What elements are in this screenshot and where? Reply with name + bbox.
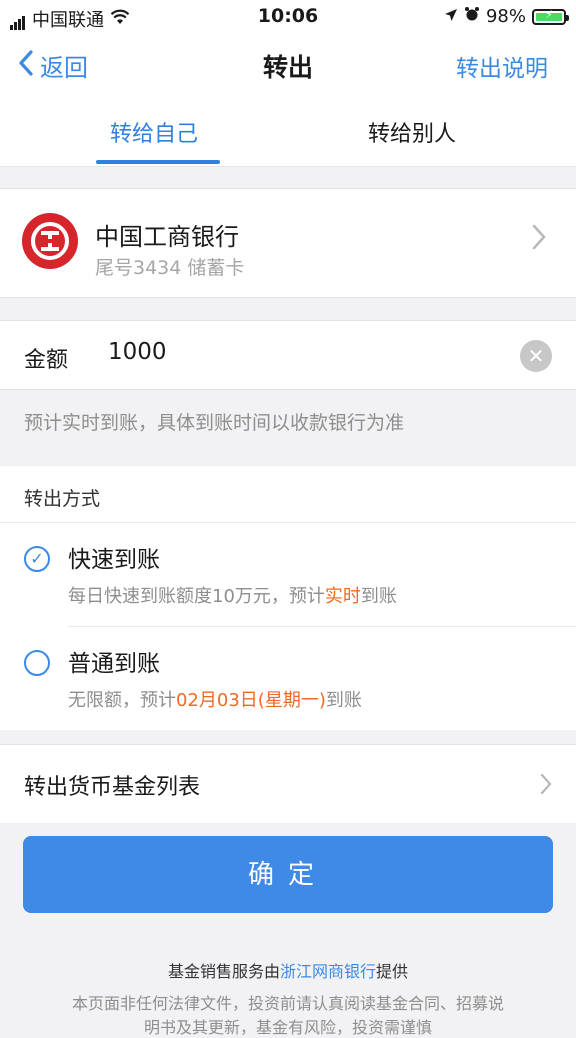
tab-to-others[interactable]: 转给别人 xyxy=(368,116,456,148)
method-header: 转出方式 xyxy=(24,488,101,510)
battery-percent: 98% xyxy=(485,6,526,27)
confirm-button[interactable]: 确定 xyxy=(23,836,553,913)
chevron-right-icon xyxy=(540,773,552,799)
option-normal[interactable]: 普通到账 无限额，预计02月03日(星期一)到账 xyxy=(0,626,576,730)
option-fast[interactable]: ✓ 快速到账 每日快速到账额度10万元，预计实时到账 xyxy=(0,522,576,626)
arrival-hint: 预计实时到账，具体到账时间以收款银行为准 xyxy=(24,412,405,434)
icbc-logo-icon xyxy=(22,213,78,269)
status-bar: 中国联通 10:06 98% ⚡ xyxy=(0,0,576,34)
amount-row: 金额 ✕ xyxy=(0,320,576,390)
transfer-info-link[interactable]: 转出说明 xyxy=(456,49,548,83)
bank-name: 中国工商银行 xyxy=(95,223,239,251)
bank-card-selector[interactable]: 中国工商银行 尾号3434 储蓄卡 xyxy=(0,188,576,298)
footer-provider: 基金销售服务由浙江网商银行提供 xyxy=(167,962,409,981)
tab-bar: 转给自己 转给别人 xyxy=(0,98,576,167)
card-detail: 尾号3434 储蓄卡 xyxy=(95,257,245,279)
battery-icon: ⚡ xyxy=(532,8,569,25)
radio-unchecked-icon[interactable] xyxy=(24,650,50,676)
footer-disclaimer-cont: 明书及其更新，基金有风险，投资需谨慎 xyxy=(143,1018,432,1037)
navigation-bar: 返回 转出 转出说明 xyxy=(0,34,576,98)
transfer-method-section: 转出方式 ✓ 快速到账 每日快速到账额度10万元，预计实时到账 普通到账 无限额… xyxy=(0,466,576,730)
location-icon xyxy=(444,6,458,27)
clear-input-button[interactable]: ✕ xyxy=(520,340,552,372)
alarm-icon xyxy=(464,6,480,27)
option-desc: 每日快速到账额度10万元，预计实时到账 xyxy=(68,586,397,607)
tab-to-self[interactable]: 转给自己 xyxy=(110,116,198,148)
fund-list-row[interactable]: 转出货币基金列表 xyxy=(0,744,576,823)
option-desc: 无限额，预计02月03日(星期一)到账 xyxy=(68,690,362,711)
tab-indicator xyxy=(96,160,220,164)
option-title: 快速到账 xyxy=(68,547,160,573)
chevron-right-icon xyxy=(532,223,546,258)
amount-input[interactable] xyxy=(108,337,488,367)
footer-disclaimer: 本页面非任何法律文件，投资前请认真阅读基金合同、招募说 xyxy=(71,994,504,1013)
fund-list-label: 转出货币基金列表 xyxy=(24,775,201,800)
close-icon: ✕ xyxy=(527,344,545,368)
bank-link[interactable]: 浙江网商银行 xyxy=(280,962,376,981)
radio-checked-icon[interactable]: ✓ xyxy=(24,546,50,572)
amount-label: 金额 xyxy=(24,348,69,373)
status-right: 98% ⚡ xyxy=(444,6,569,27)
option-title: 普通到账 xyxy=(68,651,160,677)
